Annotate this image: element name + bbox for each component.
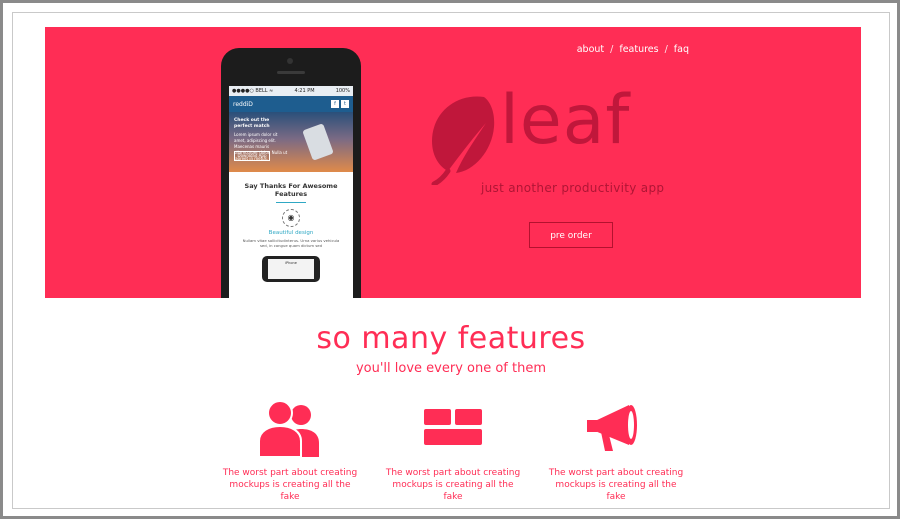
top-nav: about / features / faq	[577, 44, 689, 55]
phone-camera	[287, 58, 293, 64]
app-header: reddiD f t	[229, 96, 353, 112]
brand-wordmark: leaf	[500, 81, 631, 160]
nav-link-faq[interactable]: faq	[674, 44, 689, 55]
megaphone-icon	[587, 405, 637, 451]
screenshot-frame: about / features / faq ●●●●○ BELL ≈ 4:21…	[0, 0, 900, 519]
nav-link-about[interactable]: about	[577, 44, 604, 55]
tagline: just another productivity app	[481, 181, 665, 195]
facebook-icon: f	[331, 100, 339, 108]
mini-phone-image: iPhone	[262, 256, 320, 282]
nav-separator: /	[664, 44, 668, 55]
layout-icon	[424, 409, 482, 445]
feature-text: The worst part about creating mockups is…	[222, 468, 358, 502]
page-viewport: about / features / faq ●●●●○ BELL ≈ 4:21…	[12, 12, 890, 509]
phone-speaker	[277, 71, 305, 74]
social-icons: f t	[331, 100, 349, 108]
pre-order-button[interactable]: pre order	[529, 222, 613, 248]
phone-screen: ●●●●○ BELL ≈ 4:21 PM 100% reddiD f t Che…	[229, 86, 353, 298]
features-title: so many features	[316, 321, 586, 356]
feature-item: The worst part about creating mockups is…	[383, 399, 523, 503]
feature-item: The worst part about creating mockups is…	[220, 399, 360, 503]
features-subtitle: you'll love every one of them	[355, 361, 547, 376]
feature-item: The worst part about creating mockups is…	[546, 399, 686, 503]
hero-section: about / features / faq ●●●●○ BELL ≈ 4:21…	[45, 27, 861, 298]
banner-title: Check out the perfect match	[234, 118, 270, 129]
twitter-icon: t	[341, 100, 349, 108]
phone-status-bar: ●●●●○ BELL ≈ 4:21 PM 100%	[229, 86, 353, 96]
app-name: reddiD	[233, 100, 253, 108]
hand-phone-image	[302, 123, 334, 161]
screen-section-heading: Say Thanks For Awesome Features	[244, 182, 338, 198]
nav-separator: /	[610, 44, 614, 55]
feature-text: The worst part about creating mockups is…	[548, 468, 684, 502]
status-battery: 100%	[335, 88, 350, 94]
status-carrier: ●●●●○ BELL ≈	[232, 88, 274, 94]
phone-mockup: ●●●●○ BELL ≈ 4:21 PM 100% reddiD f t Che…	[221, 48, 361, 298]
users-icon	[258, 400, 319, 457]
screen-feature-title: Beautiful design	[268, 230, 314, 236]
app-banner: Check out the perfect match Lorem ipsum …	[229, 112, 353, 172]
feature-text: The worst part about creating mockups is…	[385, 468, 521, 502]
heading-underline	[276, 202, 306, 203]
eye-icon: ◉	[282, 209, 300, 227]
mini-phone-screen: iPhone	[268, 259, 314, 279]
screen-feature-desc: Nullam vitae sollicitudinterus. Urna var…	[242, 238, 340, 248]
banner-download-button: Download App	[234, 151, 270, 161]
leaf-icon	[431, 96, 495, 185]
nav-link-features[interactable]: features	[619, 44, 658, 55]
status-time: 4:21 PM	[294, 88, 315, 94]
